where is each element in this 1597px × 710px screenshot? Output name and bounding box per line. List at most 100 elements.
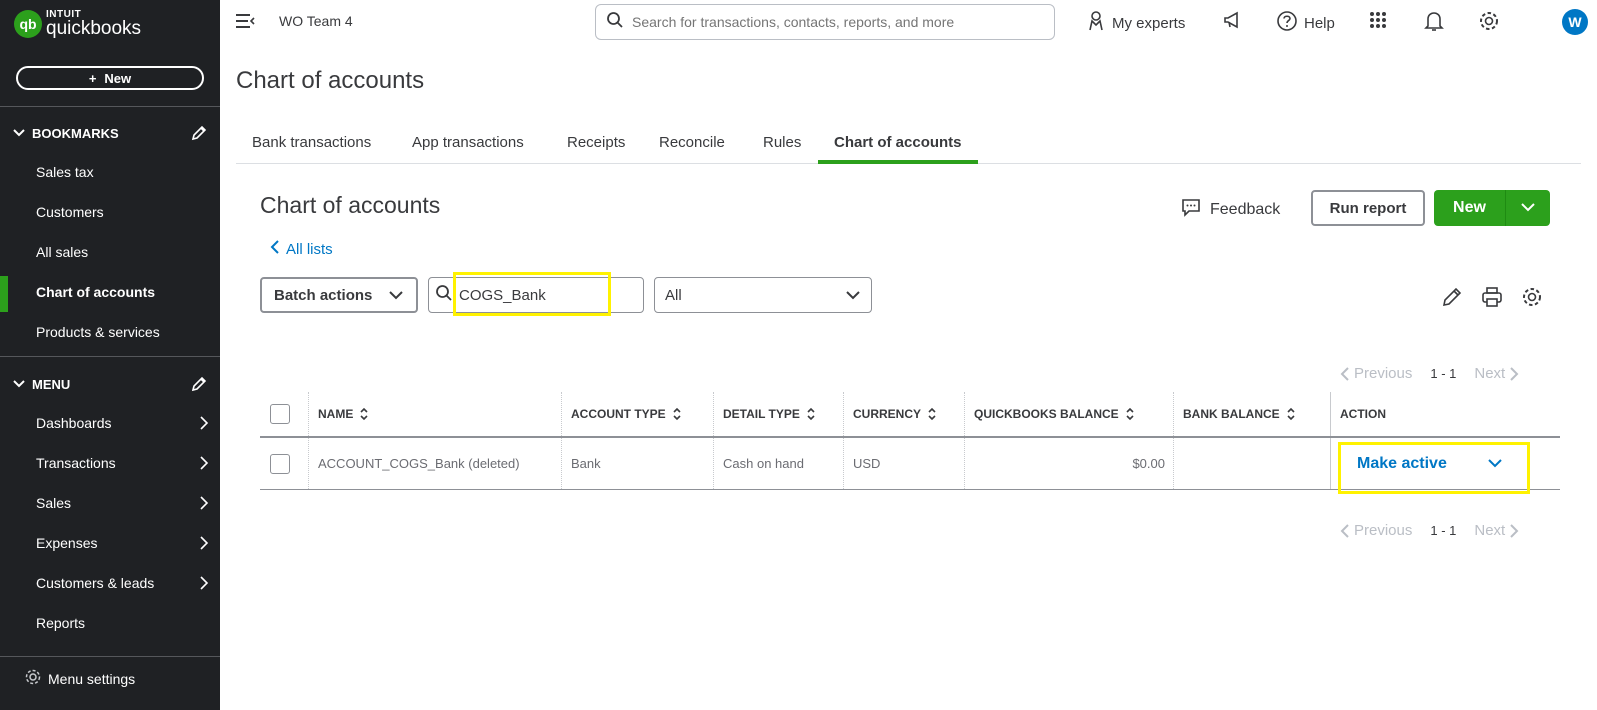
my-experts-label: My experts [1112, 14, 1186, 32]
sort-icon [927, 407, 937, 421]
sidebar-item-reports[interactable]: Reports [0, 605, 220, 641]
column-label: QUICKBOOKS BALANCE [974, 407, 1119, 421]
tab-rules[interactable]: Rules [763, 126, 801, 164]
cell-name[interactable]: ACCOUNT_COGS_Bank (deleted) [308, 438, 561, 489]
logo-name-text: quickbooks [46, 18, 142, 39]
all-lists-link[interactable]: All lists [270, 240, 333, 258]
cell-detail-type: Cash on hand [713, 438, 843, 489]
print-icon[interactable] [1481, 286, 1503, 308]
sidebar-item-sales[interactable]: Sales [0, 485, 220, 521]
row-checkbox[interactable] [270, 453, 290, 474]
tab-reconcile[interactable]: Reconcile [659, 126, 725, 164]
next-page-button[interactable]: Next [1474, 522, 1519, 539]
sidebar-item-customers-leads[interactable]: Customers & leads [0, 565, 220, 601]
sidebar-item-expenses[interactable]: Expenses [0, 525, 220, 561]
chevron-right-icon [198, 575, 210, 591]
action-menu-chevron-down-icon[interactable] [1487, 456, 1503, 471]
column-header-account-type[interactable]: ACCOUNT TYPE [561, 392, 713, 436]
chevron-right-icon [198, 495, 210, 511]
cell-quickbooks-balance: $0.00 [964, 438, 1173, 489]
collapse-menu-icon[interactable] [234, 12, 256, 30]
run-report-button[interactable]: Run report [1311, 190, 1425, 226]
sidebar-item-products-services[interactable]: Products & services [0, 314, 220, 350]
search-icon [606, 11, 624, 34]
cell-currency: USD [843, 438, 964, 489]
account-filter-input[interactable] [459, 286, 629, 304]
tab-app-transactions[interactable]: App transactions [412, 126, 524, 164]
column-label: NAME [318, 407, 354, 421]
tab-chart-of-accounts[interactable]: Chart of accounts [818, 126, 978, 164]
row-select-cell [260, 438, 308, 489]
sidebar-item-label: Sales tax [36, 164, 94, 180]
tab-receipts[interactable]: Receipts [567, 126, 625, 164]
user-avatar[interactable]: W [1562, 9, 1588, 35]
help-icon [1276, 10, 1298, 36]
left-sidebar: qb INTUIT quickbooks + New BOOKMARKS Sal… [0, 0, 220, 710]
global-search-box[interactable] [595, 4, 1055, 40]
sidebar-item-transactions[interactable]: Transactions [0, 445, 220, 481]
previous-page-button[interactable]: Previous [1340, 522, 1412, 539]
column-header-name[interactable]: NAME [308, 392, 561, 436]
next-page-button[interactable]: Next [1474, 365, 1519, 382]
sidebar-item-all-sales[interactable]: All sales [0, 234, 220, 270]
tab-bank-transactions[interactable]: Bank transactions [252, 126, 371, 164]
sidebar-item-label: Customers [36, 204, 104, 220]
make-active-button[interactable]: Make active [1357, 455, 1447, 473]
column-header-detail-type[interactable]: DETAIL TYPE [713, 392, 843, 436]
sort-icon [1125, 407, 1135, 421]
global-search-input[interactable] [632, 14, 1032, 30]
edit-pencil-icon[interactable] [1441, 286, 1463, 308]
quickbooks-logo[interactable]: qb INTUIT quickbooks [14, 10, 141, 38]
account-filter-box[interactable] [428, 277, 644, 313]
menu-settings-link[interactable]: Menu settings [24, 668, 135, 689]
chevron-down-icon [388, 287, 404, 304]
megaphone-icon[interactable] [1222, 10, 1244, 30]
column-header-currency[interactable]: CURRENCY [843, 392, 964, 436]
menu-header[interactable]: MENU [12, 373, 208, 395]
batch-actions-label: Batch actions [274, 286, 373, 304]
cell-account-type: Bank [561, 438, 713, 489]
edit-menu-pencil-icon[interactable] [190, 375, 208, 393]
sort-icon [1286, 407, 1296, 421]
column-header-quickbooks-balance[interactable]: QUICKBOOKS BALANCE [964, 392, 1173, 436]
sidebar-item-label: Sales [36, 495, 72, 511]
column-header-bank-balance[interactable]: BANK BALANCE [1173, 392, 1330, 436]
company-name[interactable]: WO Team 4 [279, 13, 353, 29]
sidebar-item-sales-tax[interactable]: Sales tax [0, 154, 220, 190]
apps-grid-icon[interactable] [1368, 10, 1388, 30]
chevron-down-icon [12, 126, 32, 140]
help-button[interactable]: Help [1276, 10, 1335, 36]
select-all-cell [260, 392, 308, 436]
sidebar-new-button[interactable]: + New [16, 66, 204, 90]
account-type-filter-select[interactable]: All [654, 277, 872, 313]
sidebar-divider [0, 656, 220, 657]
sidebar-item-dashboards[interactable]: Dashboards [0, 405, 220, 441]
help-label: Help [1304, 14, 1335, 32]
sidebar-item-label: Reports [36, 615, 86, 631]
settings-gear-icon[interactable] [1478, 10, 1500, 32]
type-filter-value: All [665, 286, 682, 304]
bookmarks-header[interactable]: BOOKMARKS [12, 122, 208, 144]
pagination-bottom: Previous 1 - 1 Next [1340, 522, 1519, 539]
feedback-button[interactable]: Feedback [1180, 196, 1280, 223]
sidebar-item-customers[interactable]: Customers [0, 194, 220, 230]
chevron-left-icon [270, 240, 280, 258]
edit-bookmarks-pencil-icon[interactable] [190, 124, 208, 142]
table-settings-gear-icon[interactable] [1521, 286, 1543, 308]
sort-icon [806, 407, 816, 421]
my-experts-button[interactable]: My experts [1086, 10, 1185, 36]
new-dropdown-toggle[interactable] [1506, 190, 1550, 226]
page-count: 1 - 1 [1430, 366, 1457, 381]
batch-actions-dropdown[interactable]: Batch actions [260, 277, 418, 313]
bell-icon[interactable] [1424, 10, 1444, 32]
top-bar: WO Team 4 My experts Help W [220, 0, 1597, 44]
new-account-button[interactable]: New [1434, 190, 1506, 226]
gear-icon [24, 668, 42, 689]
select-all-checkbox[interactable] [270, 404, 290, 424]
sort-icon [359, 407, 369, 421]
cell-bank-balance [1173, 438, 1330, 489]
sidebar-item-chart-of-accounts[interactable]: Chart of accounts [0, 274, 220, 312]
sidebar-divider [0, 356, 220, 357]
previous-page-button[interactable]: Previous [1340, 365, 1412, 382]
sidebar-new-label: New [104, 70, 132, 86]
